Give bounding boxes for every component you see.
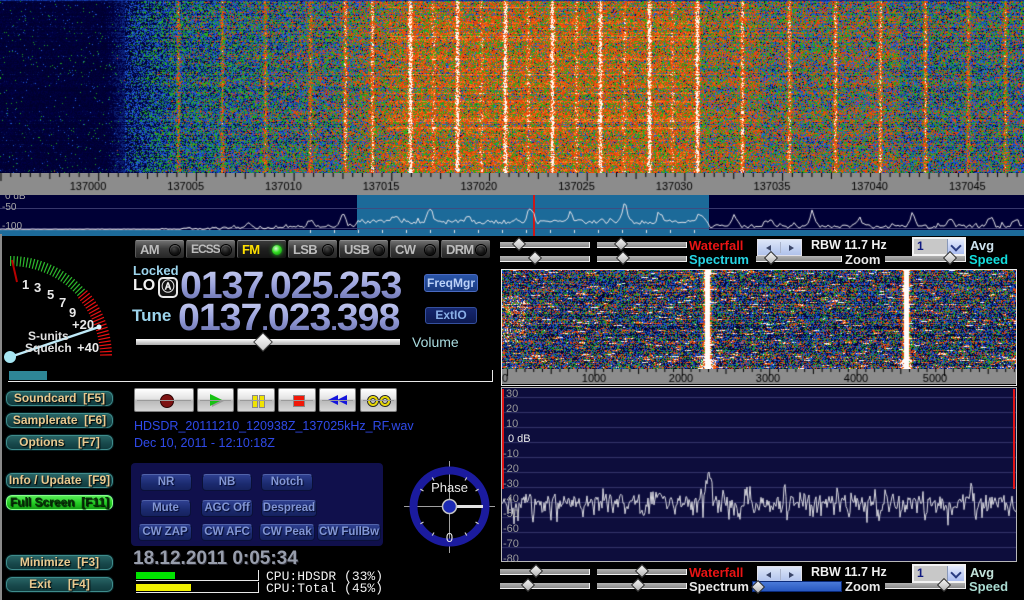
svg-text:Phase: Phase	[431, 480, 468, 495]
svg-text:0: 0	[446, 530, 453, 545]
